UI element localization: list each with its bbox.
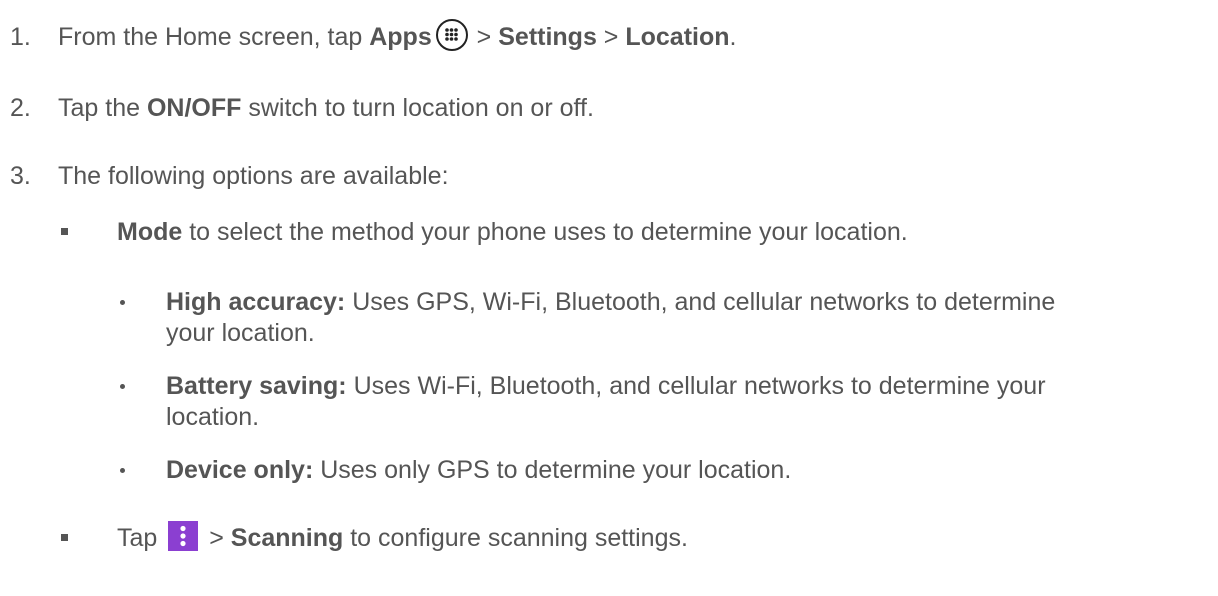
device-only-desc: Uses only GPS to determine your location…	[313, 456, 792, 484]
apps-label: Apps	[369, 23, 432, 51]
step-2-prefix: Tap the	[58, 94, 147, 122]
high-accuracy-desc: Uses GPS, Wi-Fi, Bluetooth, and cellular…	[345, 288, 1056, 316]
battery-saving-desc: Uses Wi-Fi, Bluetooth, and cellular netw…	[346, 372, 1046, 400]
battery-saving-line2: location.	[166, 403, 260, 431]
square-bullet	[61, 228, 68, 235]
step-number: 1.	[10, 23, 31, 51]
high-accuracy-line2: your location.	[166, 319, 315, 347]
step-number: 2.	[10, 94, 31, 122]
device-only-line1: Device only: Uses only GPS to determine …	[166, 455, 791, 485]
separator: >	[469, 23, 499, 51]
location-label: Location	[625, 23, 730, 51]
scanning-description: to configure scanning settings.	[343, 524, 688, 552]
more-vert-icon	[168, 521, 199, 552]
dot-bullet	[120, 384, 125, 389]
step-2-text: Tap the ON/OFF switch to turn location o…	[58, 93, 594, 123]
battery-saving-label: Battery saving:	[166, 372, 347, 400]
high-accuracy-label: High accuracy:	[166, 288, 346, 316]
onoff-label: ON/OFF	[146, 94, 242, 122]
period: .	[729, 23, 737, 51]
dot-bullet	[120, 468, 125, 473]
mode-item: Mode to select the method your phone use…	[117, 217, 908, 247]
separator: >	[596, 23, 626, 51]
step-1-prefix: From the Home screen, tap	[58, 23, 370, 51]
mode-label: Mode	[117, 218, 183, 246]
scanning-item: Tap > Scanning to configure scanning set…	[117, 521, 688, 553]
apps-grid-icon	[435, 19, 468, 52]
square-bullet	[61, 534, 68, 541]
step-number: 3.	[10, 162, 31, 190]
scanning-label: Scanning	[230, 524, 344, 552]
tap-text: Tap	[117, 524, 165, 552]
step-2-suffix: switch to turn location on or off.	[241, 94, 594, 122]
high-accuracy-line1: High accuracy: Uses GPS, Wi-Fi, Bluetoot…	[166, 287, 1055, 317]
dot-bullet	[120, 300, 125, 305]
step-3-text: The following options are available:	[58, 162, 449, 190]
settings-label: Settings	[498, 23, 597, 51]
mode-description: to select the method your phone uses to …	[182, 218, 908, 246]
battery-saving-line1: Battery saving: Uses Wi-Fi, Bluetooth, a…	[166, 371, 1046, 401]
device-only-label: Device only:	[166, 456, 314, 484]
step-1-text: From the Home screen, tap Apps > Setting…	[58, 19, 737, 52]
separator: >	[202, 524, 231, 552]
